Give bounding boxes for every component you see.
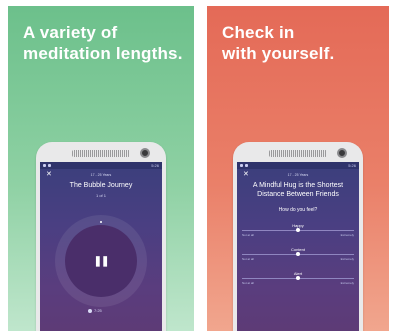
- top-bar: ✕ 17 - 25 Years: [40, 169, 162, 181]
- session-counter: 1 of 1: [95, 193, 106, 198]
- mood-slider-content[interactable]: Content Not at all Extremely: [242, 247, 354, 261]
- mood-slider-happy[interactable]: Happy Not at all Extremely: [242, 223, 354, 237]
- progress-dial: ❚❚: [55, 215, 147, 307]
- status-bar: 5:26: [237, 162, 359, 169]
- slider-min-label: Not at all: [242, 233, 254, 237]
- headline-line-2: with yourself.: [222, 44, 335, 63]
- duration-indicator: 7:25: [88, 308, 102, 313]
- notification-icon: [43, 164, 46, 167]
- top-bar: ✕ 17 - 25 Years: [237, 169, 359, 181]
- slider-max-label: Extremely: [340, 281, 354, 285]
- headline-line-2: meditation lengths.: [23, 44, 183, 63]
- headline-line-1: Check in: [222, 23, 295, 42]
- play-pause-button[interactable]: ❚❚: [65, 225, 137, 297]
- status-bar: 5:26: [40, 162, 162, 169]
- timer-icon: [88, 308, 92, 313]
- speaker-grille: [269, 150, 327, 157]
- mood-slider-alert[interactable]: Alert Not at all Extremely: [242, 271, 354, 285]
- notification-icon: [48, 164, 51, 167]
- headline: A variety of meditation lengths.: [23, 22, 183, 64]
- slider-track[interactable]: [242, 228, 354, 232]
- notification-icon: [245, 164, 248, 167]
- meditation-title: A Mindful Hug is the Shortest Distance B…: [252, 182, 344, 198]
- status-time: 5:26: [151, 163, 159, 168]
- headline-line-1: A variety of: [23, 23, 118, 42]
- duration-label: 7:25: [94, 308, 102, 313]
- phone-screen: 5:26 ✕ 17 - 25 Years The Bubble Journey …: [40, 162, 162, 331]
- slider-thumb[interactable]: [296, 276, 300, 280]
- pause-icon: ❚❚: [93, 255, 110, 267]
- slider-min-label: Not at all: [242, 257, 254, 261]
- slider-min-label: Not at all: [242, 281, 254, 285]
- age-range-label: 17 - 25 Years: [287, 173, 309, 177]
- status-time: 5:26: [348, 163, 356, 168]
- feeling-question: How do you feel?: [278, 207, 318, 213]
- meditation-title: The Bubble Journey: [69, 182, 133, 189]
- progress-marker: [100, 221, 102, 223]
- phone-mockup: 5:26 ✕ 17 - 25 Years A Mindful Hug is th…: [233, 142, 363, 331]
- meditation-lengths-panel: A variety of meditation lengths. 5:26 ✕ …: [8, 6, 194, 331]
- slider-max-label: Extremely: [340, 233, 354, 237]
- headline: Check in with yourself.: [222, 22, 334, 64]
- slider-thumb[interactable]: [296, 228, 300, 232]
- slider-max-label: Extremely: [340, 257, 354, 261]
- slider-thumb[interactable]: [296, 252, 300, 256]
- check-in-panel: Check in with yourself. 5:26 ✕ 17 - 25 Y…: [207, 6, 389, 331]
- slider-track[interactable]: [242, 276, 354, 280]
- age-range-label: 17 - 25 Years: [90, 173, 112, 177]
- phone-mockup: 5:26 ✕ 17 - 25 Years The Bubble Journey …: [36, 142, 166, 331]
- camera-icon: [337, 148, 347, 158]
- phone-screen: 5:26 ✕ 17 - 25 Years A Mindful Hug is th…: [237, 162, 359, 331]
- slider-track[interactable]: [242, 252, 354, 256]
- camera-icon: [140, 148, 150, 158]
- speaker-grille: [72, 150, 130, 157]
- notification-icon: [240, 164, 243, 167]
